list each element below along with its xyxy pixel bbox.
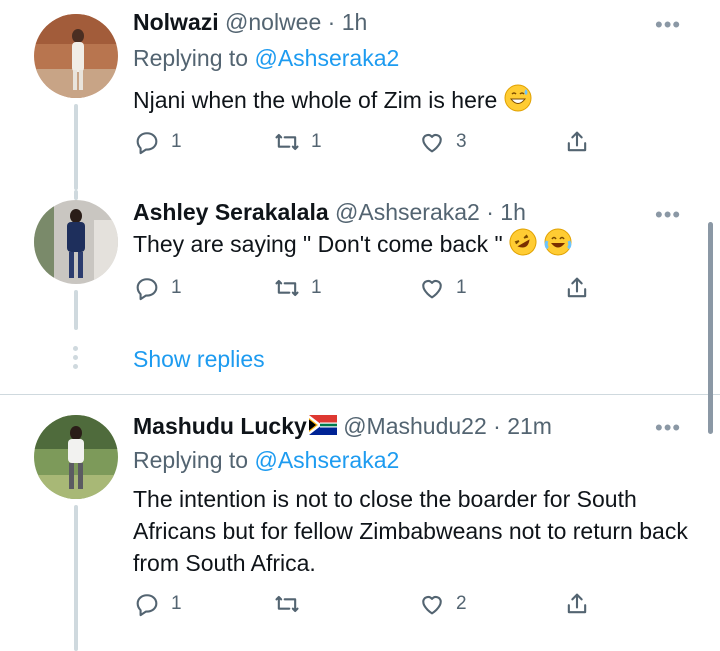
reply-icon [136,132,158,155]
thread-line [74,104,78,190]
tweet-actions: 1 2 [133,588,603,620]
display-name[interactable]: Mashudu Lucky [133,413,307,439]
tweet-text: The intention is not to close the boarde… [133,483,693,579]
tweet-actions: 1 1 3 [133,126,603,158]
reply-button[interactable]: 1 [133,126,182,158]
like-count: 2 [456,593,467,614]
avatar-nolwazi[interactable] [34,14,118,98]
display-name[interactable]: Ashley Serakalala [133,199,329,225]
like-count: 3 [456,131,467,152]
mention-link[interactable]: @Ashseraka2 [254,45,399,71]
retweet-button[interactable]: 1 [273,272,322,304]
south-africa-flag-icon [308,414,337,441]
reply-count: 1 [171,131,182,152]
tweet-2[interactable]: Ashley Serakalala @Ashseraka2 · 1h ••• T… [0,190,720,330]
thread-line [74,190,78,200]
user-handle[interactable]: @Mashudu22 [343,413,487,439]
joy-icon [544,228,572,264]
share-icon [567,593,587,614]
more-options-icon[interactable]: ••• [655,12,681,38]
mention-link[interactable]: @Ashseraka2 [254,447,399,473]
timestamp[interactable]: · 1h [486,199,526,225]
timestamp[interactable]: · 1h [328,9,368,35]
thread-line [74,505,78,651]
reply-count: 1 [171,593,182,614]
share-button[interactable] [563,126,591,158]
retweet-icon [275,595,299,613]
tweet-header: Ashley Serakalala @Ashseraka2 · 1h [133,199,526,226]
avatar-ashley[interactable] [34,200,118,284]
tweet-text-content: They are saying " Don't come back " [133,231,503,258]
heart-icon [422,595,442,615]
tweet-3[interactable]: Mashudu Lucky @Mashudu22 · 21m ••• Reply… [0,395,720,651]
scrollbar[interactable] [708,222,713,434]
reply-button[interactable]: 1 [133,588,182,620]
like-count: 1 [456,277,467,298]
more-options-icon[interactable]: ••• [655,415,681,441]
tweet-text-content: Njani when the whole of Zim is here [133,87,498,114]
replying-to: Replying to @Ashseraka2 [133,447,399,474]
replying-to: Replying to @Ashseraka2 [133,45,399,72]
retweet-count: 1 [311,277,322,298]
share-icon [567,131,587,152]
thread-dots [71,346,81,373]
display-name[interactable]: Nolwazi [133,9,219,35]
sweat-smile-icon [504,84,532,120]
retweet-count: 1 [311,131,322,152]
like-button[interactable]: 1 [418,272,467,304]
retweet-icon [275,279,299,297]
tweet-text: They are saying " Don't come back " [133,228,693,264]
share-button[interactable] [563,272,591,304]
heart-icon [422,279,442,299]
tweet-header: Nolwazi @nolwee · 1h [133,9,367,36]
tweet-text: Njani when the whole of Zim is here [133,84,693,120]
share-button[interactable] [563,588,591,620]
retweet-icon [275,133,299,151]
reply-count: 1 [171,277,182,298]
thread-line [74,290,78,330]
reply-icon [136,594,158,617]
rofl-icon [509,228,537,264]
retweet-button[interactable] [273,588,311,620]
reply-icon [136,278,158,301]
tweet-1[interactable]: Nolwazi @nolwee · 1h ••• Replying to @As… [0,0,720,190]
heart-icon [422,133,442,153]
replying-to-prefix: Replying to [133,45,255,71]
tweet-actions: 1 1 1 [133,272,603,304]
more-options-icon[interactable]: ••• [655,202,681,228]
user-handle[interactable]: @Ashseraka2 [335,199,480,225]
avatar-mashudu[interactable] [34,415,118,499]
show-replies-link[interactable]: Show replies [133,346,265,373]
share-icon [567,277,587,298]
tweet-text-content: The intention is not to close the boarde… [133,486,688,576]
like-button[interactable]: 2 [418,588,467,620]
replying-to-prefix: Replying to [133,447,255,473]
like-button[interactable]: 3 [418,126,467,158]
tweet-header: Mashudu Lucky @Mashudu22 · 21m [133,413,552,441]
user-handle[interactable]: @nolwee [225,9,321,35]
timestamp[interactable]: · 21m [493,413,552,439]
reply-button[interactable]: 1 [133,272,182,304]
retweet-button[interactable]: 1 [273,126,322,158]
